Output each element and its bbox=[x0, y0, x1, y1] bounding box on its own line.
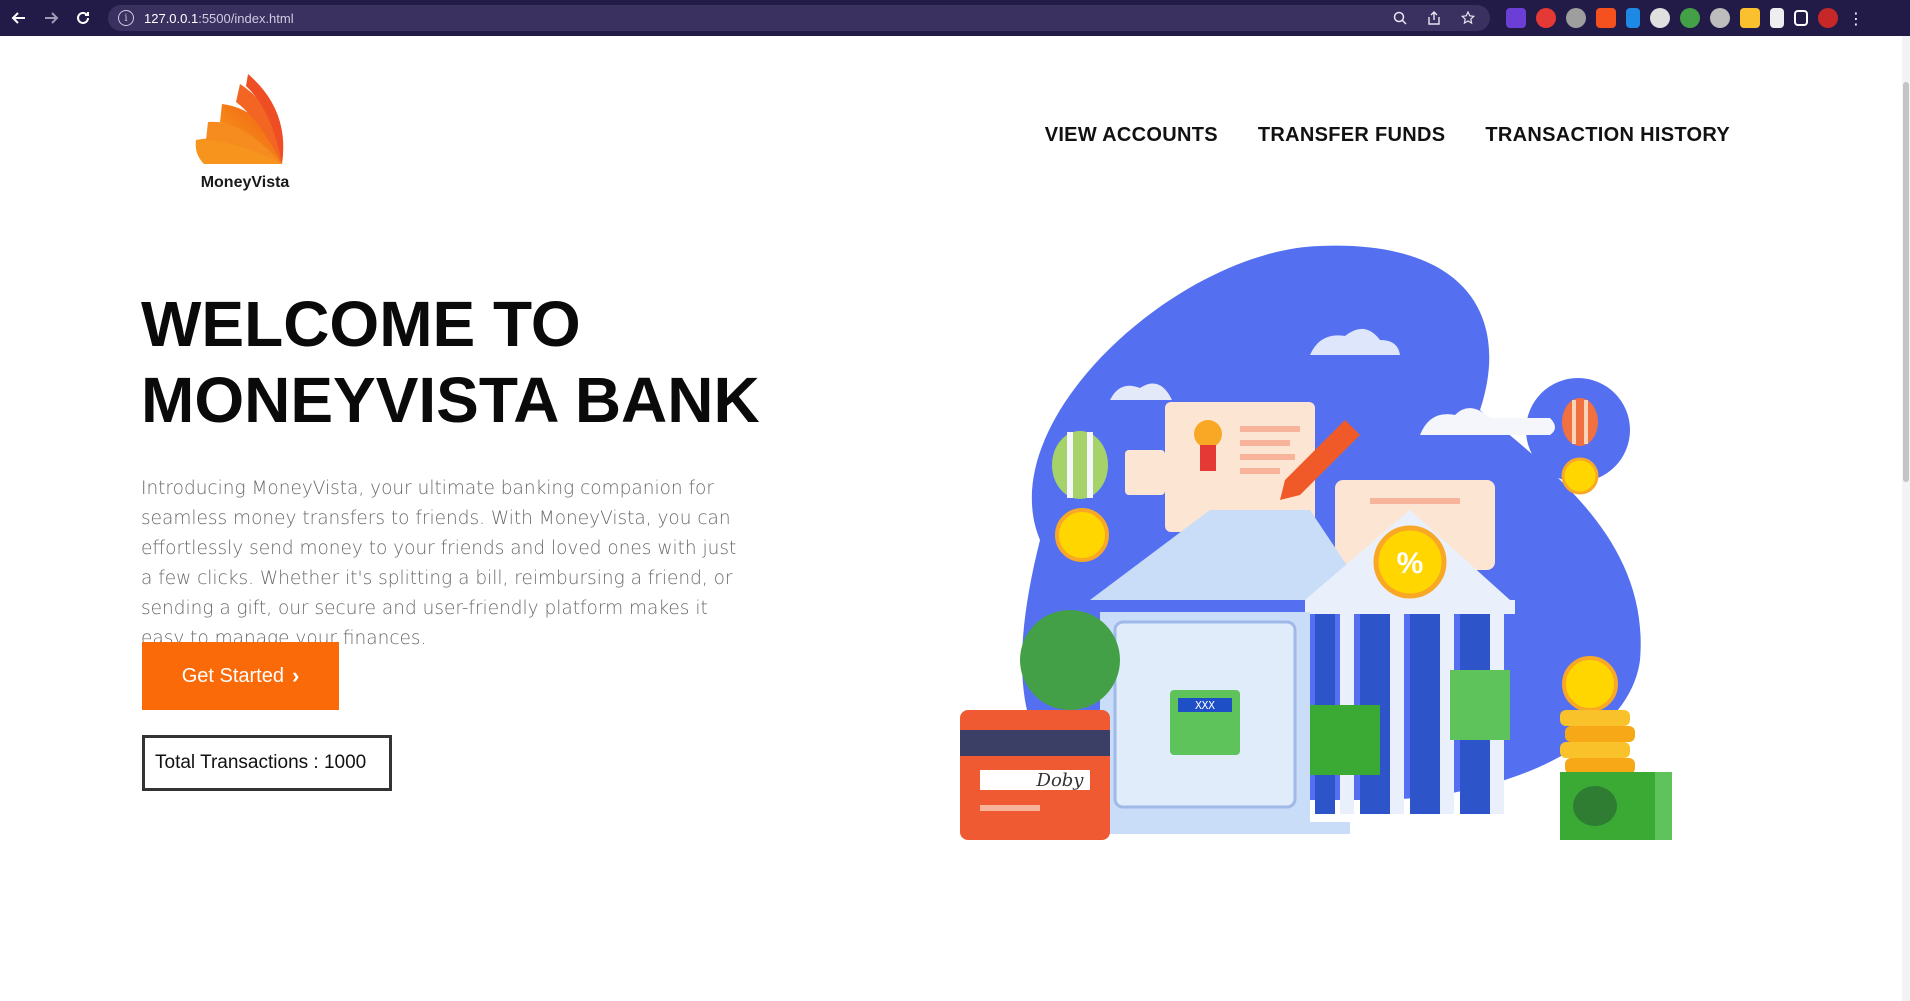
forward-button[interactable] bbox=[38, 5, 64, 31]
extension-icon[interactable] bbox=[1506, 8, 1526, 28]
logo[interactable]: MoneyVista bbox=[190, 70, 300, 200]
arrow-right-icon bbox=[45, 12, 59, 24]
scrollbar[interactable] bbox=[1902, 36, 1910, 1001]
avatar[interactable] bbox=[1818, 8, 1838, 28]
hero-title: WELCOME TO MONEYVISTA BANK bbox=[141, 286, 781, 438]
logo-wings-icon bbox=[195, 74, 284, 164]
nav-view-accounts[interactable]: VIEW ACCOUNTS bbox=[1045, 124, 1218, 147]
extension-icon[interactable] bbox=[1596, 8, 1616, 28]
url-text[interactable]: 127.0.0.1:5500/index.html bbox=[144, 11, 294, 26]
nav-transaction-history[interactable]: TRANSACTION HISTORY bbox=[1485, 124, 1730, 147]
address-bar[interactable]: i 127.0.0.1:5500/index.html bbox=[108, 5, 1490, 31]
cash-icon bbox=[1310, 705, 1380, 775]
share-icon[interactable] bbox=[1424, 8, 1444, 28]
main-nav: VIEW ACCOUNTS TRANSFER FUNDS TRANSACTION… bbox=[1045, 124, 1730, 147]
sidebar-icon[interactable] bbox=[1794, 10, 1808, 26]
chevron-right-icon: › bbox=[291, 663, 300, 688]
logo-text: MoneyVista bbox=[200, 174, 290, 191]
reload-icon bbox=[77, 11, 89, 24]
hero-title-line: WELCOME TO bbox=[141, 288, 581, 360]
get-started-button[interactable]: Get Started › bbox=[142, 642, 339, 710]
extension-icon[interactable] bbox=[1680, 8, 1700, 28]
info-icon[interactable]: i bbox=[118, 10, 134, 26]
extension-icon[interactable] bbox=[1650, 8, 1670, 28]
get-started-label: Get Started bbox=[181, 664, 284, 687]
tree-icon bbox=[1020, 610, 1120, 710]
star-icon[interactable] bbox=[1458, 8, 1478, 28]
puzzle-icon[interactable] bbox=[1770, 8, 1784, 28]
zoom-icon[interactable] bbox=[1390, 8, 1410, 28]
extension-icon[interactable] bbox=[1740, 8, 1760, 28]
extension-icon[interactable] bbox=[1626, 8, 1640, 28]
globe-icon[interactable] bbox=[1566, 8, 1586, 28]
coin-icon bbox=[1055, 508, 1109, 562]
svg-text:%: % bbox=[1397, 547, 1424, 580]
coin-icon bbox=[1561, 457, 1599, 495]
award-icon bbox=[1194, 420, 1222, 448]
hero-title-line: MONEYVISTA BANK bbox=[141, 364, 760, 436]
total-transactions-box: Total Transactions : 1000 bbox=[142, 735, 392, 791]
back-button[interactable] bbox=[6, 5, 32, 31]
browser-toolbar: i 127.0.0.1:5500/index.html ⋮ bbox=[0, 0, 1910, 36]
scroll-thumb[interactable] bbox=[1903, 82, 1909, 482]
svg-text:Doby: Doby bbox=[1036, 770, 1085, 791]
reload-button[interactable] bbox=[70, 5, 96, 31]
hero-description: Introducing MoneyVista, your ultimate ba… bbox=[141, 478, 737, 649]
bank-illustration: % XXX Doby bbox=[960, 245, 1672, 840]
svg-text:XXX: XXX bbox=[1195, 699, 1215, 712]
hot-air-balloon-icon bbox=[1562, 398, 1598, 446]
hot-air-balloon-icon bbox=[1052, 431, 1108, 499]
gear-icon[interactable] bbox=[1710, 8, 1730, 28]
nav-transfer-funds[interactable]: TRANSFER FUNDS bbox=[1258, 124, 1446, 147]
cash-icon bbox=[1450, 670, 1510, 740]
more-icon[interactable]: ⋮ bbox=[1848, 9, 1864, 28]
arrow-left-icon bbox=[11, 12, 25, 24]
extension-icon[interactable] bbox=[1536, 8, 1556, 28]
